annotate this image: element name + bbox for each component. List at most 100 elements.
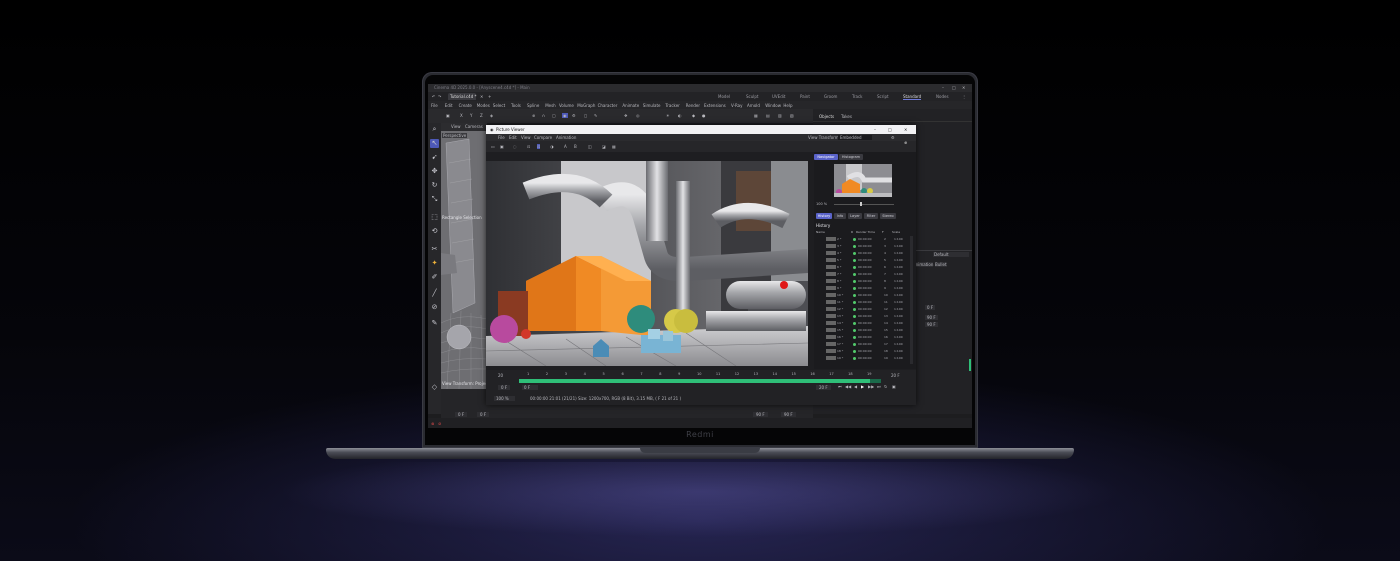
navigator-zoom[interactable]: 100 % xyxy=(816,202,827,207)
cube-icon[interactable]: ◻ xyxy=(584,113,587,118)
deformer-icon[interactable]: ❖ xyxy=(624,113,628,118)
layout-tab-groom[interactable]: Groom xyxy=(824,94,837,99)
menu-volume[interactable]: Volume xyxy=(559,103,574,108)
history-row[interactable]: 13 * 00:00:00 13 1:100 xyxy=(816,313,906,319)
frame-scrubber[interactable] xyxy=(519,379,881,383)
menu-create[interactable]: Create xyxy=(459,103,472,108)
menu-spline[interactable]: Spline xyxy=(527,103,539,108)
layout-tab-uvedit[interactable]: UVEdit xyxy=(772,94,785,99)
panel-icon[interactable]: ▥ xyxy=(778,113,782,118)
viewport[interactable] xyxy=(441,123,487,389)
knife-icon[interactable]: ✂ xyxy=(430,245,439,254)
attr-field-3[interactable]: 90 F xyxy=(925,322,938,327)
menu-select[interactable]: Select xyxy=(493,103,505,108)
tab-objects[interactable]: Objects xyxy=(819,114,834,119)
menu-simulate[interactable]: Simulate xyxy=(643,103,661,108)
history-row[interactable]: 9 * 00:00:00 9 1:100 xyxy=(816,285,906,291)
timeline-end-field[interactable]: 90 F xyxy=(753,412,768,417)
zoom-dropdown[interactable]: 100 % xyxy=(494,396,515,401)
timeline-start-field-2[interactable]: 0 F xyxy=(477,412,490,417)
menu-window[interactable]: Window xyxy=(765,103,781,108)
layout-tab-script[interactable]: Script xyxy=(877,94,889,99)
picture-viewer-titlebar[interactable]: ◉ Picture Viewer – □ ✕ xyxy=(486,125,916,134)
pv-zoom-fit-icon[interactable]: ⊡ xyxy=(527,144,530,149)
history-row[interactable]: 8 * 00:00:00 8 1:100 xyxy=(816,278,906,284)
frame-field-right[interactable]: 20 F xyxy=(816,385,831,390)
history-row[interactable]: 10 * 00:00:00 10 1:100 xyxy=(816,292,906,298)
attr-bullet-button[interactable]: Bullet xyxy=(935,262,947,267)
scroll-indicator[interactable] xyxy=(969,359,971,371)
sphere-icon[interactable]: ● xyxy=(702,113,706,118)
navigator-zoom-slider[interactable] xyxy=(860,202,862,206)
undo-icon[interactable]: ↶ xyxy=(432,94,435,99)
pv-zoom-icon[interactable]: ⊡ xyxy=(537,144,541,149)
pv-menu-animation[interactable]: Animation xyxy=(556,135,576,140)
menu-mograph[interactable]: MoGraph xyxy=(577,103,595,108)
tab-stereo[interactable]: Stereo xyxy=(880,213,896,219)
grid-icon[interactable]: ▦ xyxy=(754,113,758,118)
pv-minimize-icon[interactable]: – xyxy=(874,127,876,132)
history-row[interactable]: 19 * 00:00:00 19 1:100 xyxy=(816,355,906,361)
history-row[interactable]: 15 * 00:00:00 15 1:100 xyxy=(816,327,906,333)
history-row[interactable]: 16 * 00:00:00 16 1:100 xyxy=(816,334,906,340)
menu-modes[interactable]: Modes xyxy=(477,103,490,108)
pv-render-icon[interactable]: ◌ xyxy=(513,144,517,149)
pv-navigator-icon[interactable]: ⊕ xyxy=(904,140,907,145)
pv-split-icon[interactable]: ◪ xyxy=(602,144,606,149)
menu-help[interactable]: Help xyxy=(783,103,792,108)
frame-end[interactable]: 20 F xyxy=(891,373,900,378)
tab-layer[interactable]: Layer xyxy=(848,213,862,219)
brush-icon[interactable]: ✐ xyxy=(430,273,439,282)
loop-icon[interactable]: ⟲ xyxy=(430,227,439,236)
menu-mesh[interactable]: Mesh xyxy=(545,103,556,108)
history-scrollbar[interactable] xyxy=(910,236,913,364)
loop-mode-icon[interactable]: ↻ xyxy=(884,384,887,389)
go-end-icon[interactable]: ⏭ xyxy=(877,384,881,389)
close-icon[interactable]: ✕ xyxy=(962,85,965,90)
search-icon[interactable]: ⌕ xyxy=(430,125,439,134)
tab-takes[interactable]: Takes xyxy=(841,114,852,119)
render-settings-icon[interactable]: ⚙ xyxy=(572,113,576,118)
layout-tab-paint[interactable]: Paint xyxy=(800,94,810,99)
magnet-icon[interactable]: ∩ xyxy=(542,113,545,118)
go-start-icon[interactable]: ⏮ xyxy=(838,384,842,389)
history-row[interactable]: 7 * 00:00:00 7 1:100 xyxy=(816,271,906,277)
tab-navigator[interactable]: Navigator xyxy=(814,154,838,160)
menu-file[interactable]: File xyxy=(431,103,438,108)
tab-info[interactable]: Info xyxy=(834,213,846,219)
timeline-icon[interactable]: ▧ xyxy=(790,113,794,118)
history-row[interactable]: 18 * 00:00:00 18 1:100 xyxy=(816,348,906,354)
minimize-icon[interactable]: – xyxy=(942,85,944,90)
axis-y-icon[interactable]: Y xyxy=(470,113,472,118)
pv-menu-edit[interactable]: Edit xyxy=(509,135,517,140)
layout-tab-model[interactable]: Model xyxy=(718,94,730,99)
maximize-icon[interactable]: □ xyxy=(952,85,956,90)
record-icon[interactable]: ▣ xyxy=(892,384,896,389)
select-tool-icon[interactable]: ↖ xyxy=(430,139,439,148)
menu-character[interactable]: Character xyxy=(598,103,618,108)
tag-icon[interactable]: ◆ xyxy=(692,113,695,118)
timeline-end-field-2[interactable]: 90 F xyxy=(781,412,796,417)
pv-close-icon[interactable]: ✕ xyxy=(904,127,907,132)
attr-field-1[interactable]: 0 F xyxy=(925,305,936,310)
pv-save-icon[interactable]: ▣ xyxy=(500,144,504,149)
coordinate-icon[interactable]: ◈ xyxy=(490,113,493,118)
layout-tab-track[interactable]: Track xyxy=(852,94,862,99)
frame-field-left[interactable]: 0 F xyxy=(498,385,511,390)
tab-filter[interactable]: Filter xyxy=(864,213,878,219)
snap-icon[interactable]: ⊕ xyxy=(532,113,535,118)
viewport-menu-cameras[interactable]: Cameras xyxy=(465,124,483,129)
history-row[interactable]: 14 * 00:00:00 14 1:100 xyxy=(816,320,906,326)
more-icon[interactable]: ⋮ xyxy=(962,94,966,99)
pv-text-icon[interactable]: A xyxy=(564,144,567,149)
keyframe-icon[interactable]: ◇ xyxy=(430,383,439,392)
menu-edit[interactable]: Edit xyxy=(445,103,453,108)
menu-tools[interactable]: Tools xyxy=(511,103,521,108)
attr-default-dropdown[interactable]: Default xyxy=(934,252,949,257)
live-select-icon[interactable]: ➹ xyxy=(430,153,439,162)
scale-icon[interactable]: ⤡ xyxy=(430,195,439,204)
pv-grid-icon[interactable]: ▦ xyxy=(612,144,616,149)
menu-arnold[interactable]: Arnold xyxy=(747,103,760,108)
transform-icon[interactable]: ⬚ xyxy=(430,213,439,222)
layout-tab-nodes[interactable]: Nodes xyxy=(936,94,949,99)
